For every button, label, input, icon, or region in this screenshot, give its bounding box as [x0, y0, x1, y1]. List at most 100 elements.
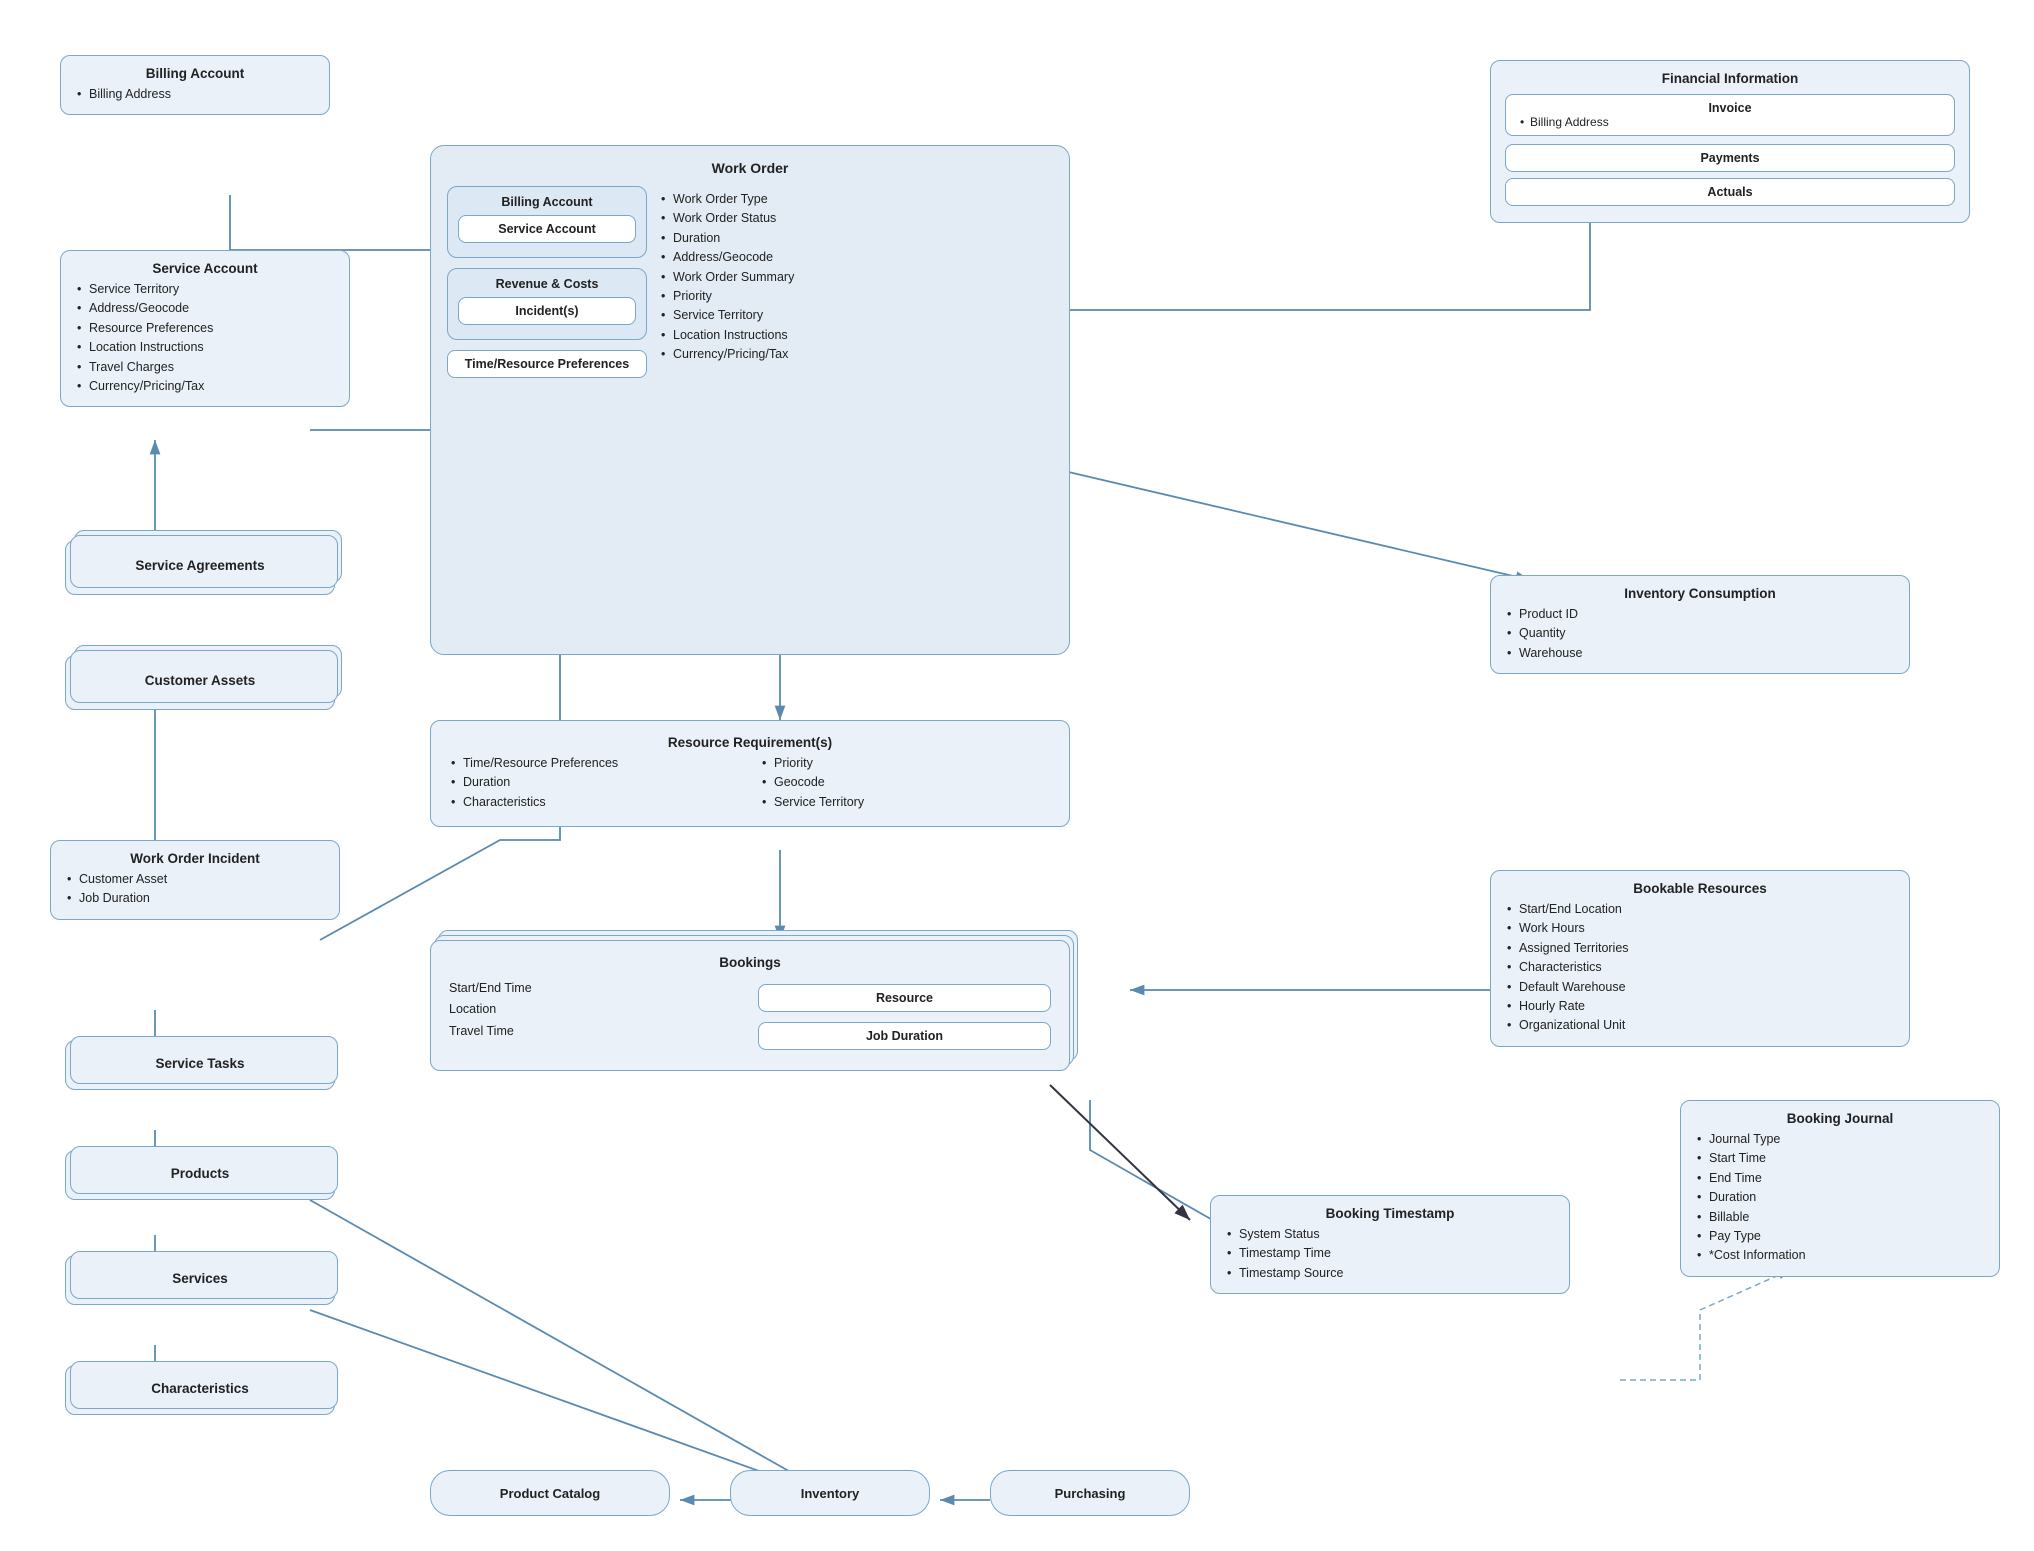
rr-left-1: Duration	[449, 773, 740, 792]
br-item-4: Default Warehouse	[1505, 978, 1895, 997]
customer-assets-box: Customer Assets	[65, 655, 335, 710]
billing-account-item-0: Billing Address	[75, 85, 315, 104]
sa-item-2: Resource Preferences	[75, 319, 335, 338]
bj-item-4: Billable	[1695, 1208, 1985, 1227]
service-agreements-label: Service Agreements	[135, 558, 264, 573]
fi-invoice-label: Invoice	[1518, 101, 1942, 115]
inventory-pill: Inventory	[730, 1470, 930, 1516]
booking-timestamp-box: Booking Timestamp System Status Timestam…	[1210, 1195, 1570, 1294]
br-list: Start/End Location Work Hours Assigned T…	[1505, 900, 1895, 1036]
bt-item-1: Timestamp Time	[1225, 1244, 1555, 1263]
customer-assets-label: Customer Assets	[145, 673, 256, 688]
br-item-1: Work Hours	[1505, 919, 1895, 938]
ic-item-1: Quantity	[1505, 624, 1895, 643]
wo-service-account-inner: Service Account	[458, 215, 636, 243]
product-catalog-pill: Product Catalog	[430, 1470, 670, 1516]
br-item-2: Assigned Territories	[1505, 939, 1895, 958]
fi-title: Financial Information	[1505, 71, 1955, 86]
rr-right-1: Geocode	[760, 773, 1051, 792]
bt-list: System Status Timestamp Time Timestamp S…	[1225, 1225, 1555, 1283]
ic-item-2: Warehouse	[1505, 644, 1895, 663]
sa-item-4: Travel Charges	[75, 358, 335, 377]
ic-item-0: Product ID	[1505, 605, 1895, 624]
wo-item-5: Priority	[659, 287, 1053, 306]
br-item-3: Characteristics	[1505, 958, 1895, 977]
bt-title: Booking Timestamp	[1225, 1206, 1555, 1221]
billing-account-top-title: Billing Account	[75, 66, 315, 81]
work-order-title: Work Order	[447, 160, 1053, 176]
purchasing-label: Purchasing	[1055, 1486, 1126, 1501]
sa-item-0: Service Territory	[75, 280, 335, 299]
br-title: Bookable Resources	[1505, 881, 1895, 896]
fi-actuals: Actuals	[1505, 178, 1955, 206]
service-tasks-label: Service Tasks	[155, 1056, 244, 1071]
bookings-title: Bookings	[449, 955, 1051, 970]
booking-journal-box: Booking Journal Journal Type Start Time …	[1680, 1100, 2000, 1277]
wo-items-list: Work Order Type Work Order Status Durati…	[659, 190, 1053, 364]
bj-item-6: *Cost Information	[1695, 1246, 1985, 1265]
bookings-left-content: Start/End Time Location Travel Time	[449, 978, 742, 1042]
fi-payments: Payments	[1505, 144, 1955, 172]
bt-item-0: System Status	[1225, 1225, 1555, 1244]
wo-item-6: Service Territory	[659, 306, 1053, 325]
billing-account-top-list: Billing Address	[75, 85, 315, 104]
bookings-box: Bookings Start/End Time Location Travel …	[430, 940, 1070, 1071]
bj-title: Booking Journal	[1695, 1111, 1985, 1126]
bj-item-0: Journal Type	[1695, 1130, 1985, 1149]
rr-right-0: Priority	[760, 754, 1051, 773]
bj-item-2: End Time	[1695, 1169, 1985, 1188]
bookings-left-0: Start/End Time	[449, 978, 742, 999]
ic-title: Inventory Consumption	[1505, 586, 1895, 601]
services-label: Services	[172, 1271, 228, 1286]
rr-right-2: Service Territory	[760, 793, 1051, 812]
resource-requirements-box: Resource Requirement(s) Time/Resource Pr…	[430, 720, 1070, 827]
bj-list: Journal Type Start Time End Time Duratio…	[1695, 1130, 1985, 1266]
wo-item-3: Address/Geocode	[659, 248, 1053, 267]
wo-item-8: Currency/Pricing/Tax	[659, 345, 1053, 364]
wo-item-4: Work Order Summary	[659, 268, 1053, 287]
service-agreements-box: Service Agreements	[65, 540, 335, 595]
rr-left-0: Time/Resource Preferences	[449, 754, 740, 773]
woi-item-1: Job Duration	[65, 889, 325, 908]
diagram-container: Billing Account Billing Address Service …	[0, 0, 2034, 1551]
fi-invoice-item: • Billing Address	[1518, 115, 1942, 129]
service-account-title: Service Account	[75, 261, 335, 276]
ic-list: Product ID Quantity Warehouse	[1505, 605, 1895, 663]
rr-left-2: Characteristics	[449, 793, 740, 812]
wo-item-0: Work Order Type	[659, 190, 1053, 209]
br-item-5: Hourly Rate	[1505, 997, 1895, 1016]
bookings-stack: Bookings Start/End Time Location Travel …	[430, 940, 1070, 1071]
billing-account-top-box: Billing Account Billing Address	[60, 55, 330, 115]
sa-item-1: Address/Geocode	[75, 299, 335, 318]
service-tasks-box: Service Tasks	[65, 1040, 335, 1090]
br-item-6: Organizational Unit	[1505, 1016, 1895, 1035]
inventory-consumption-box: Inventory Consumption Product ID Quantit…	[1490, 575, 1910, 674]
product-catalog-label: Product Catalog	[500, 1486, 600, 1501]
purchasing-pill: Purchasing	[990, 1470, 1190, 1516]
bt-item-2: Timestamp Source	[1225, 1264, 1555, 1283]
service-account-list: Service Territory Address/Geocode Resour…	[75, 280, 335, 396]
woi-list: Customer Asset Job Duration	[65, 870, 325, 909]
characteristics-left-box: Characteristics	[65, 1365, 335, 1415]
rr-list-right: Priority Geocode Service Territory	[760, 754, 1051, 812]
woi-item-0: Customer Asset	[65, 870, 325, 889]
characteristics-left-label: Characteristics	[151, 1381, 249, 1396]
bookings-job-duration-inner: Job Duration	[758, 1022, 1051, 1050]
products-box: Products	[65, 1150, 335, 1200]
bookings-resource-inner: Resource	[758, 984, 1051, 1012]
work-order-incident-box: Work Order Incident Customer Asset Job D…	[50, 840, 340, 920]
bookable-resources-box: Bookable Resources Start/End Location Wo…	[1490, 870, 1910, 1047]
bj-item-3: Duration	[1695, 1188, 1985, 1207]
wo-item-1: Work Order Status	[659, 209, 1053, 228]
products-label: Products	[171, 1166, 230, 1181]
service-account-box: Service Account Service Territory Addres…	[60, 250, 350, 407]
rr-list-left: Time/Resource Preferences Duration Chara…	[449, 754, 740, 812]
sa-item-3: Location Instructions	[75, 338, 335, 357]
wo-item-7: Location Instructions	[659, 326, 1053, 345]
wo-billing-account-label: Billing Account	[458, 195, 636, 209]
wo-incidents-inner: Incident(s)	[458, 297, 636, 325]
wo-revenue-costs-label: Revenue & Costs	[458, 277, 636, 291]
work-order-outer-box: Work Order Billing Account Service Accou…	[430, 145, 1070, 655]
woi-title: Work Order Incident	[65, 851, 325, 866]
bookings-left-1: Location	[449, 999, 742, 1020]
